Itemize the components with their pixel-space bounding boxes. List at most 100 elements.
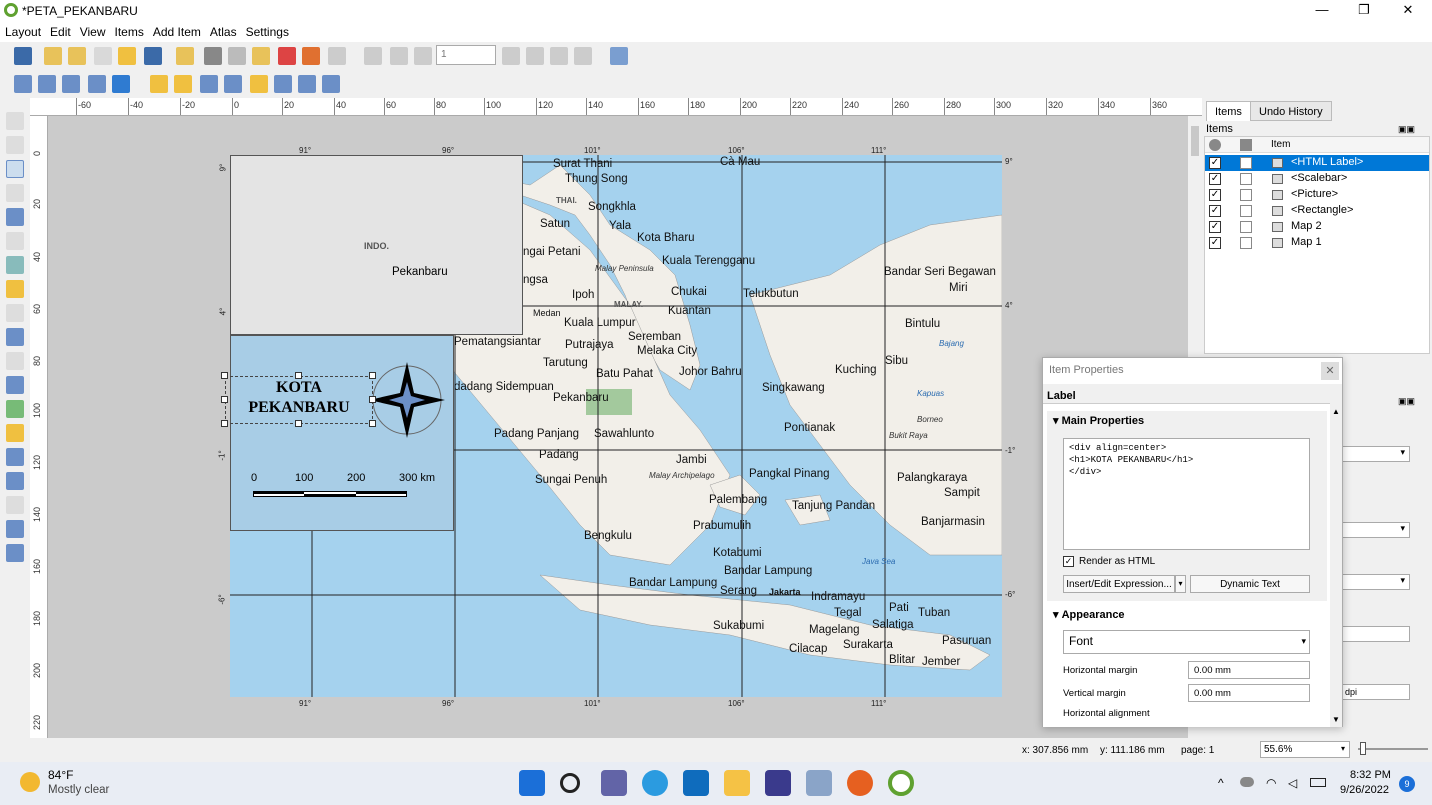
zoom-in-icon[interactable] bbox=[14, 75, 32, 93]
item-row[interactable]: ✓ <Scalebar> bbox=[1205, 171, 1429, 187]
wifi-icon[interactable]: ◠ bbox=[1266, 776, 1276, 790]
resize-handle[interactable] bbox=[221, 372, 228, 379]
export-atlas-icon[interactable] bbox=[574, 47, 592, 65]
resize-handle[interactable] bbox=[295, 420, 302, 427]
clock-time[interactable]: 8:32 PM bbox=[1350, 769, 1391, 781]
add-shape-icon[interactable] bbox=[6, 400, 24, 418]
previous-feature-icon[interactable] bbox=[414, 47, 432, 65]
zoom-tool-icon[interactable] bbox=[6, 136, 24, 154]
notification-badge[interactable]: 9 bbox=[1399, 776, 1415, 792]
resize-handle[interactable] bbox=[221, 420, 228, 427]
last-feature-icon[interactable] bbox=[526, 47, 544, 65]
resize-handle[interactable] bbox=[295, 372, 302, 379]
visibility-checkbox[interactable]: ✓ bbox=[1209, 173, 1221, 185]
dock-spin[interactable] bbox=[1342, 626, 1410, 642]
add-picture-icon[interactable] bbox=[6, 280, 24, 298]
new-page-icon[interactable] bbox=[176, 47, 194, 65]
menu-view[interactable]: View bbox=[75, 22, 110, 39]
insert-expression-button[interactable]: Insert/Edit Expression... bbox=[1063, 575, 1175, 593]
lock-checkbox[interactable] bbox=[1240, 173, 1252, 185]
dock-dropdown-2[interactable]: ▾ bbox=[1342, 522, 1410, 538]
layout-manager-icon[interactable] bbox=[94, 47, 112, 65]
panel-float-icon[interactable]: ▣▣ bbox=[1398, 396, 1415, 407]
lock-checkbox[interactable] bbox=[1240, 189, 1252, 201]
pan-icon[interactable] bbox=[6, 112, 24, 130]
legend-rectangle[interactable]: 0 100 200 300 km bbox=[230, 335, 454, 531]
add-fixed-table-icon[interactable] bbox=[6, 544, 24, 562]
item-row[interactable]: ✓ <HTML Label> bbox=[1205, 155, 1429, 171]
start-icon[interactable] bbox=[519, 770, 545, 796]
add-marker-icon[interactable] bbox=[6, 424, 24, 442]
group-icon[interactable] bbox=[200, 75, 218, 93]
export-image-icon[interactable] bbox=[228, 47, 246, 65]
edit-nodes-icon[interactable] bbox=[6, 208, 24, 226]
atlas-preview-icon[interactable] bbox=[364, 47, 382, 65]
atlas-settings-icon[interactable] bbox=[610, 47, 628, 65]
atlas-page-spin[interactable]: 1 bbox=[436, 45, 496, 65]
next-feature-icon[interactable] bbox=[502, 47, 520, 65]
visibility-checkbox[interactable]: ✓ bbox=[1209, 237, 1221, 249]
maximize-button[interactable]: ❐ bbox=[1344, 2, 1384, 18]
dpi-spin[interactable]: dpi bbox=[1342, 684, 1410, 700]
item-row[interactable]: ✓ Map 2 bbox=[1205, 219, 1429, 235]
zoom-out-icon[interactable] bbox=[38, 75, 56, 93]
lock-checkbox[interactable] bbox=[1240, 221, 1252, 233]
refresh-icon[interactable] bbox=[112, 75, 130, 93]
print-icon[interactable] bbox=[204, 47, 222, 65]
weather-moon-icon[interactable] bbox=[20, 772, 40, 792]
export-pdf-icon[interactable] bbox=[278, 47, 296, 65]
visibility-checkbox[interactable]: ✓ bbox=[1209, 205, 1221, 217]
visibility-checkbox[interactable]: ✓ bbox=[1209, 189, 1221, 201]
export-svg-icon[interactable] bbox=[252, 47, 270, 65]
edge-icon[interactable] bbox=[642, 770, 668, 796]
dynamic-text-button[interactable]: Dynamic Text bbox=[1190, 575, 1310, 593]
resize-icon[interactable] bbox=[322, 75, 340, 93]
dock-dropdown-3[interactable]: ▾ bbox=[1342, 574, 1410, 590]
add-attribute-table-icon[interactable] bbox=[6, 520, 24, 538]
visibility-checkbox[interactable]: ✓ bbox=[1209, 221, 1221, 233]
lock-checkbox[interactable] bbox=[1240, 237, 1252, 249]
new-layout-icon[interactable] bbox=[44, 47, 62, 65]
resize-handle[interactable] bbox=[369, 396, 376, 403]
visibility-checkbox[interactable]: ✓ bbox=[1209, 157, 1221, 169]
menu-items[interactable]: Items bbox=[110, 22, 148, 39]
add-north-arrow-icon[interactable] bbox=[6, 376, 24, 394]
zoom-slider[interactable] bbox=[1358, 748, 1428, 750]
firefox-icon[interactable] bbox=[847, 770, 873, 796]
duplicate-layout-icon[interactable] bbox=[68, 47, 86, 65]
font-button[interactable]: Font ▾ bbox=[1063, 630, 1310, 654]
move-content-icon[interactable] bbox=[6, 184, 24, 202]
scalebar[interactable]: 0 100 200 300 km bbox=[251, 472, 441, 502]
item-row[interactable]: ✓ <Picture> bbox=[1205, 187, 1429, 203]
zoom-combo[interactable]: 55.6% ▾ bbox=[1260, 741, 1350, 758]
add-label-icon[interactable] bbox=[6, 304, 24, 322]
tab-items[interactable]: Items bbox=[1206, 101, 1251, 121]
zoom-100-icon[interactable] bbox=[62, 75, 80, 93]
cloud-icon[interactable] bbox=[1240, 777, 1254, 787]
speaker-icon[interactable]: ◁ bbox=[1288, 776, 1297, 790]
resize-handle[interactable] bbox=[369, 420, 376, 427]
chevron-up-icon[interactable]: ^ bbox=[1218, 776, 1224, 790]
close-button[interactable]: ✕ bbox=[1388, 2, 1428, 18]
item-row[interactable]: ✓ <Rectangle> bbox=[1205, 203, 1429, 219]
menu-atlas[interactable]: Atlas bbox=[205, 22, 241, 39]
minimize-button[interactable]: — bbox=[1302, 2, 1342, 17]
zoom-full-icon[interactable] bbox=[88, 75, 106, 93]
save-icon[interactable] bbox=[14, 47, 32, 65]
html-label[interactable]: KOTA PEKANBARU bbox=[225, 376, 373, 424]
menu-edit[interactable]: Edit bbox=[45, 22, 75, 39]
save-template-icon[interactable] bbox=[144, 47, 162, 65]
qgis-taskbar-icon[interactable] bbox=[888, 770, 914, 796]
mail-icon[interactable] bbox=[683, 770, 709, 796]
panel-float-icon[interactable]: ▣▣ bbox=[1398, 124, 1415, 135]
raise-icon[interactable] bbox=[250, 75, 268, 93]
close-panel-button[interactable]: ✕ bbox=[1321, 362, 1339, 380]
inset-map[interactable]: INDO. Pekanbaru bbox=[230, 155, 523, 335]
main-properties-toggle[interactable]: ▾ Main Properties bbox=[1053, 414, 1144, 427]
menu-add-item[interactable]: Add Item bbox=[148, 22, 205, 39]
ungroup-icon[interactable] bbox=[224, 75, 242, 93]
unlock-items-icon[interactable] bbox=[174, 75, 192, 93]
add-3d-map-icon[interactable] bbox=[6, 256, 24, 274]
first-feature-icon[interactable] bbox=[390, 47, 408, 65]
database-icon[interactable] bbox=[806, 770, 832, 796]
